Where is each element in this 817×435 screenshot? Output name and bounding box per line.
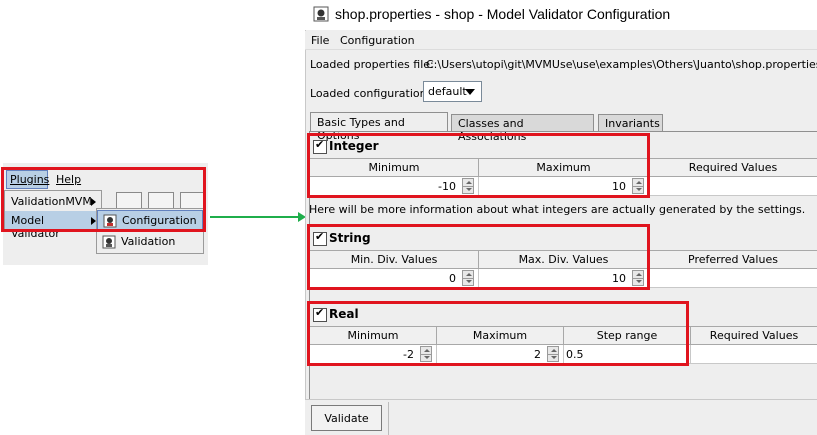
loaded-file-path: C:\Users\utopi\git\MVMUse\use\examples\O… [426,58,817,71]
loaded-config-label: Loaded configuration: [310,87,431,100]
highlight-box-integer [307,133,650,198]
integer-required-cell[interactable] [648,176,817,196]
column-header: Preferred Values [648,250,817,269]
separator [388,402,389,435]
config-select-value: default [428,85,467,98]
highlight-box-string [307,224,650,290]
column-header: Required Values [648,158,817,177]
config-select[interactable]: default [423,81,482,102]
window-title: shop.properties - shop - Model Validator… [335,6,671,22]
tab-basic-types[interactable]: Basic Types and Options [310,112,448,142]
integer-info-text: Here will be more information about what… [309,203,806,216]
tab-invariants[interactable]: Invariants [598,114,663,132]
menu-configuration[interactable]: Configuration [340,34,415,47]
model-validator-icon [102,235,116,249]
pointer-arrow-line [210,216,302,218]
tab-classes-associations[interactable]: Classes and Associations [451,114,594,143]
tab-label: Invariants [605,117,660,130]
highlight-box-menu [1,167,206,232]
window-menubar: File Configuration [305,31,817,50]
real-required-cell[interactable] [690,344,817,364]
highlight-box-real [307,301,689,366]
column-header: Required Values [690,326,817,345]
validate-button[interactable]: Validate [311,405,382,431]
menu-file[interactable]: File [311,34,329,47]
loaded-file-label: Loaded properties file: [310,58,434,71]
menu-item-validation[interactable]: Validation [97,232,203,253]
string-preferred-cell[interactable] [648,268,817,288]
chevron-down-icon [465,89,475,95]
app-icon [313,6,329,22]
menu-item-label: Validation [121,235,176,248]
